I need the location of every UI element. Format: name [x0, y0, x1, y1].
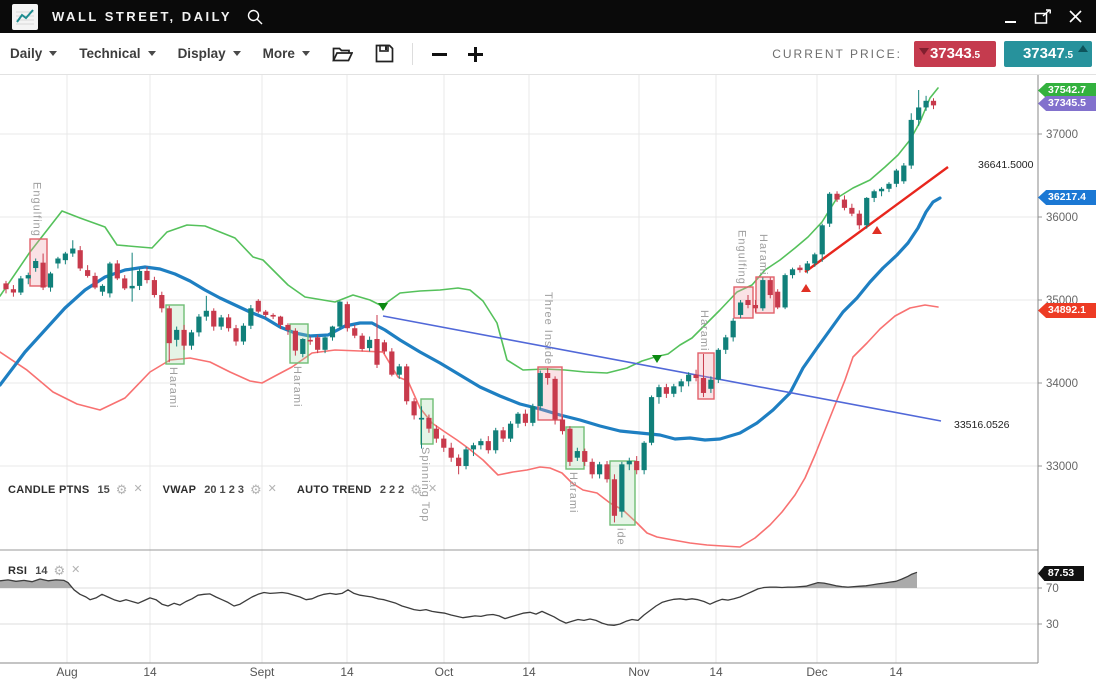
menu-display-label: Display [178, 46, 226, 61]
popout-button[interactable] [1032, 6, 1054, 28]
app-logo-icon [12, 4, 38, 30]
svg-text:14: 14 [709, 665, 723, 679]
toolbar-separator [412, 43, 413, 65]
svg-text:14: 14 [340, 665, 354, 679]
indicator-legend-row: CANDLE PTNS 15 ⚙ ✕ VWAP 20 1 2 3 ⚙ ✕ AUT… [8, 483, 437, 496]
menu-display[interactable]: Display [178, 46, 241, 61]
ask-price-value: 37347 [1023, 45, 1065, 62]
title-bar: WALL STREET, DAILY [0, 0, 1096, 33]
minimize-button[interactable] [1000, 6, 1022, 28]
close-button[interactable] [1064, 6, 1086, 28]
indicator-params: 15 [98, 484, 110, 496]
gear-icon[interactable]: ⚙ [250, 483, 262, 496]
close-icon[interactable]: ✕ [268, 484, 277, 495]
svg-text:Oct: Oct [435, 665, 454, 679]
menu-more[interactable]: More [263, 46, 310, 61]
svg-text:33000: 33000 [1046, 461, 1078, 473]
price-axis-badge: 37345.5 [1038, 96, 1096, 111]
chart-area: Aug14Sept14Oct14Nov14Dec1437000360003500… [0, 75, 1096, 688]
svg-text:Sept: Sept [250, 665, 275, 679]
pattern-label: Three Inside [542, 292, 554, 365]
gear-icon[interactable]: ⚙ [54, 564, 66, 577]
price-axis-badge: 37542.7 [1038, 83, 1096, 98]
rsi-legend-row: RSI 14 ⚙ ✕ [8, 564, 80, 577]
window-title: WALL STREET, DAILY [52, 9, 232, 24]
current-price-label: CURRENT PRICE: [772, 47, 902, 61]
ask-price-badge: 37347.5 [1004, 41, 1092, 67]
save-icon[interactable] [375, 44, 394, 63]
indicator-name: VWAP [163, 484, 197, 496]
close-icon[interactable]: ✕ [71, 565, 80, 576]
price-down-arrow-icon [919, 48, 929, 55]
pattern-label: Harami [698, 310, 710, 351]
pattern-label: Harami [167, 367, 179, 408]
svg-text:Nov: Nov [628, 665, 649, 679]
toolbar: Daily Technical Display More CURRENT PRI… [0, 33, 1096, 75]
indicator-name: CANDLE PTNS [8, 484, 90, 496]
rsi-label: RSI [8, 565, 27, 577]
indicator-params: 2 2 2 [380, 484, 404, 496]
menu-technical[interactable]: Technical [79, 46, 155, 61]
menu-technical-label: Technical [79, 46, 140, 61]
svg-text:70: 70 [1046, 583, 1059, 595]
pattern-label: Engulfing [31, 182, 43, 237]
gear-icon[interactable]: ⚙ [116, 483, 128, 496]
bid-price-badge: 37343.5 [914, 41, 996, 67]
svg-text:36641.5000: 36641.5000 [978, 159, 1034, 171]
price-up-arrow-icon [1078, 45, 1088, 52]
chevron-down-icon [233, 51, 241, 56]
chevron-down-icon [148, 51, 156, 56]
bid-price-value: 37343 [930, 45, 972, 62]
svg-text:36000: 36000 [1046, 212, 1078, 224]
indicator-name: AUTO TREND [297, 484, 372, 496]
svg-text:14: 14 [522, 665, 536, 679]
close-icon[interactable]: ✕ [133, 484, 142, 495]
chevron-down-icon [302, 51, 310, 56]
pattern-label: Engulfing [736, 230, 748, 285]
zoom-out-button[interactable] [431, 45, 449, 63]
zoom-in-button[interactable] [467, 45, 485, 63]
search-icon[interactable] [246, 8, 264, 26]
rsi-value-badge: 87.53 [1038, 566, 1084, 581]
pattern-label: Harami [291, 366, 303, 407]
price-axis-badge: 34892.1 [1038, 303, 1096, 318]
svg-text:Dec: Dec [806, 665, 827, 679]
menu-more-label: More [263, 46, 295, 61]
svg-text:33516.0526: 33516.0526 [954, 419, 1010, 431]
svg-text:30: 30 [1046, 619, 1059, 631]
svg-text:34000: 34000 [1046, 378, 1078, 390]
pattern-label: ide [615, 528, 627, 546]
menu-daily[interactable]: Daily [10, 46, 57, 61]
svg-text:14: 14 [889, 665, 903, 679]
price-axis-badge: 36217.4 [1038, 190, 1096, 205]
svg-text:37000: 37000 [1046, 129, 1078, 141]
chart-canvas[interactable]: Aug14Sept14Oct14Nov14Dec1437000360003500… [0, 75, 1096, 688]
pattern-label: Spinning Top [419, 447, 431, 522]
pattern-label: Harami [757, 234, 769, 275]
indicator-params: 20 1 2 3 [204, 484, 244, 496]
svg-text:Aug: Aug [56, 665, 77, 679]
menu-daily-label: Daily [10, 46, 42, 61]
pattern-label: Harami [567, 472, 579, 513]
window-controls [1000, 6, 1086, 28]
svg-text:14: 14 [143, 665, 157, 679]
rsi-param: 14 [35, 565, 47, 577]
open-folder-icon[interactable] [332, 45, 353, 63]
chevron-down-icon [49, 51, 57, 56]
